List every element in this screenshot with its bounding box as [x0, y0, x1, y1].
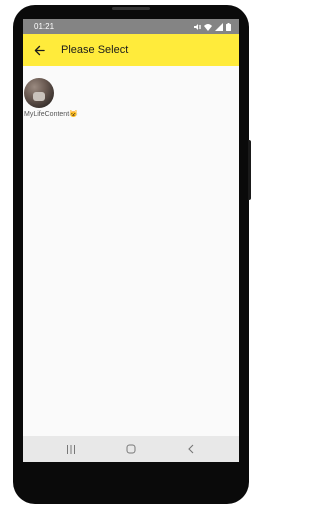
- signal-icon: [215, 22, 223, 31]
- phone-speaker: [112, 7, 150, 10]
- page-title: Please Select: [61, 44, 129, 56]
- arrow-left-icon: [34, 45, 45, 55]
- battery-icon: [226, 22, 231, 31]
- recent-apps-button[interactable]: [51, 436, 91, 462]
- mute-icon: [194, 23, 201, 30]
- home-icon: [126, 444, 136, 454]
- chevron-left-icon: [188, 444, 194, 454]
- navigation-bar: [23, 436, 239, 462]
- recent-apps-icon: [67, 444, 75, 454]
- profile-name: MyLifeContent😺: [24, 110, 94, 118]
- home-button[interactable]: [111, 436, 151, 462]
- screen: 01:21 Please Select MyLifeContent😺: [23, 19, 239, 462]
- nav-back-button[interactable]: [171, 436, 211, 462]
- phone-side-button: [248, 140, 251, 200]
- content-area: MyLifeContent😺: [23, 66, 239, 436]
- profile-item[interactable]: MyLifeContent😺: [24, 78, 94, 118]
- back-button[interactable]: [29, 40, 49, 60]
- profile-name-text: MyLifeContent: [24, 111, 70, 118]
- status-time: 01:21: [34, 22, 55, 31]
- wifi-icon: [204, 23, 212, 31]
- status-bar: 01:21: [23, 19, 239, 34]
- status-icons: [193, 22, 231, 31]
- app-bar: Please Select: [23, 34, 239, 66]
- cat-emoji: 😺: [69, 111, 78, 118]
- avatar: [24, 78, 54, 108]
